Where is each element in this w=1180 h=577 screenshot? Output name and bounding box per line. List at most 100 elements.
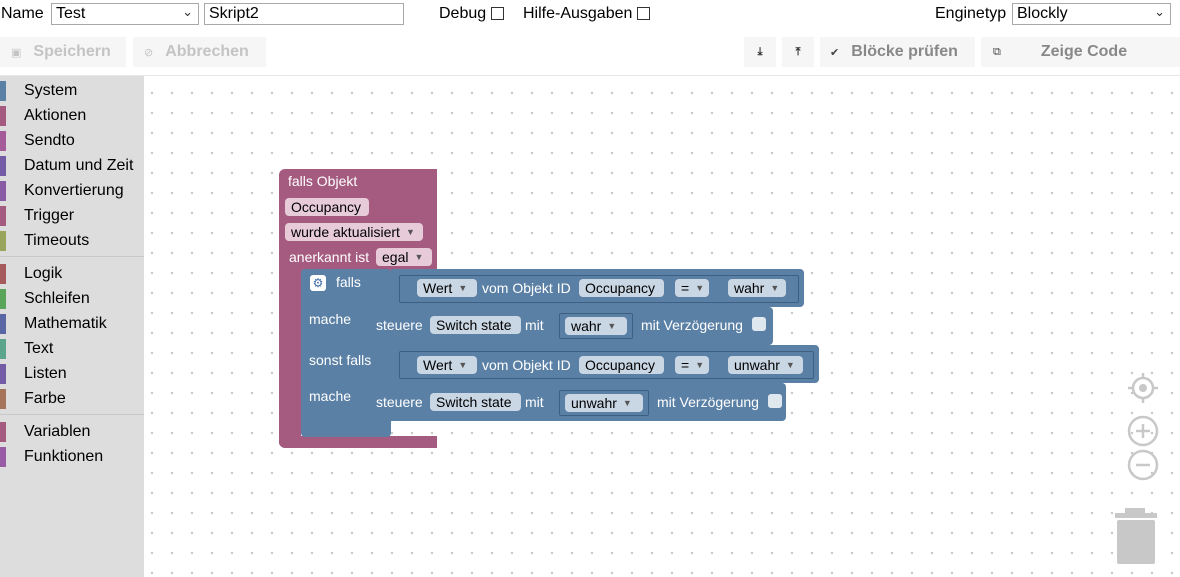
category-funktionen[interactable]: Funktionen xyxy=(0,444,144,468)
export-button[interactable]: ⤓ xyxy=(744,37,776,67)
category-trigger[interactable]: Trigger xyxy=(0,203,144,227)
import-button[interactable]: ⤒ xyxy=(782,37,814,67)
folder-select[interactable]: Test ⌄ xyxy=(51,3,199,25)
category-color-bar xyxy=(0,81,6,101)
control-label: steuere xyxy=(376,317,423,333)
category-label: Schleifen xyxy=(24,290,90,307)
target-value: Switch state xyxy=(436,317,512,333)
dropdown-arrow-icon: ▼ xyxy=(695,283,705,293)
category-color-bar xyxy=(0,339,6,359)
bool-dropdown[interactable]: wahr ▼ xyxy=(728,279,786,297)
dropdown-arrow-icon: ▼ xyxy=(414,252,424,262)
bool-value: wahr xyxy=(734,280,765,296)
category-color-bar xyxy=(0,131,6,151)
category-separator xyxy=(0,256,144,257)
category-sendto[interactable]: Sendto xyxy=(0,128,144,152)
dropdown-arrow-icon: ▼ xyxy=(458,360,468,370)
object-id-field[interactable]: Occupancy xyxy=(579,279,664,297)
bool-dropdown[interactable]: wahr ▼ xyxy=(565,317,627,335)
control-target-field[interactable]: Switch state xyxy=(430,316,521,334)
check-blocks-button[interactable]: ✔ Blöcke prüfen xyxy=(820,37,975,67)
name-label: Name xyxy=(1,5,44,22)
trigger-title: falls Objekt xyxy=(288,173,358,189)
dropdown-arrow-icon: ▼ xyxy=(607,321,617,331)
category-label: Konvertierung xyxy=(24,182,124,199)
category-logik[interactable]: Logik xyxy=(0,261,144,285)
category-label: Farbe xyxy=(24,390,66,407)
bool-dropdown[interactable]: unwahr ▼ xyxy=(565,394,643,412)
category-label: System xyxy=(24,82,78,99)
gear-icon[interactable]: ⚙ xyxy=(310,275,326,291)
trigger-block-spine xyxy=(279,256,301,444)
operator-dropdown[interactable]: = ▼ xyxy=(675,279,709,297)
category-timeouts[interactable]: Timeouts xyxy=(0,228,144,252)
object-id-field[interactable]: Occupancy xyxy=(579,356,664,374)
ack-label: anerkannt ist xyxy=(289,249,370,265)
ack-dropdown[interactable]: egal ▼ xyxy=(376,248,432,266)
block-category-sidebar: System Aktionen Sendto Datum und Zeit Ko… xyxy=(0,76,144,577)
recenter-icon[interactable] xyxy=(1127,372,1159,404)
operator-value: = xyxy=(681,357,690,373)
category-color-bar xyxy=(0,106,6,126)
debug-checkbox[interactable] xyxy=(491,7,504,20)
dropdown-arrow-icon: ▼ xyxy=(458,283,468,293)
category-datum-und-zeit[interactable]: Datum und Zeit xyxy=(0,153,144,177)
category-label: Funktionen xyxy=(24,448,104,465)
category-konvertierung[interactable]: Konvertierung xyxy=(0,178,144,202)
category-listen[interactable]: Listen xyxy=(0,361,144,385)
if-label: falls xyxy=(336,274,361,290)
with-label: mit xyxy=(525,394,544,410)
category-color-bar xyxy=(0,231,6,251)
category-color-bar xyxy=(0,447,6,467)
trash-icon[interactable] xyxy=(1113,506,1159,566)
trigger-object-field[interactable]: Occupancy xyxy=(285,198,369,216)
category-label: Datum und Zeit xyxy=(24,157,134,174)
help-output-checkbox[interactable] xyxy=(637,7,650,20)
attribute-value: Wert xyxy=(423,280,453,296)
download-icon: ⤓ xyxy=(757,45,763,58)
category-label: Aktionen xyxy=(24,107,87,124)
script-name-input[interactable]: Skript2 xyxy=(204,3,404,25)
object-id-label: vom Objekt ID xyxy=(482,280,571,296)
category-farbe[interactable]: Farbe xyxy=(0,386,144,410)
engine-type-select[interactable]: Blockly ⌄ xyxy=(1012,3,1171,25)
category-color-bar xyxy=(0,314,6,334)
control-target-field[interactable]: Switch state xyxy=(430,393,521,411)
save-icon: ▣ xyxy=(11,46,22,59)
show-code-button[interactable]: ⧉ Zeige Code xyxy=(981,37,1180,67)
category-system[interactable]: System xyxy=(0,78,144,102)
dropdown-arrow-icon: ▼ xyxy=(405,227,415,237)
attribute-dropdown[interactable]: Wert ▼ xyxy=(417,279,477,297)
category-label: Variablen xyxy=(24,423,91,440)
help-output-label: Hilfe-Ausgaben xyxy=(523,5,633,22)
zoom-in-icon[interactable] xyxy=(1127,415,1159,447)
dropdown-arrow-icon: ▼ xyxy=(785,360,795,370)
trigger-event-dropdown[interactable]: wurde aktualisiert ▼ xyxy=(285,223,423,241)
category-color-bar xyxy=(0,364,6,384)
category-mathematik[interactable]: Mathematik xyxy=(0,311,144,335)
attribute-dropdown[interactable]: Wert ▼ xyxy=(417,356,477,374)
category-separator xyxy=(0,414,144,415)
check-icon: ✔ xyxy=(830,46,840,59)
blockly-workspace[interactable]: falls Objekt Occupancy wurde aktualisier… xyxy=(144,76,1180,577)
category-text[interactable]: Text xyxy=(0,336,144,360)
delay-label: mit Verzögerung xyxy=(641,317,743,333)
category-label: Logik xyxy=(24,265,63,282)
cancel-button[interactable]: ⊘ Abbrechen xyxy=(133,37,266,67)
target-value: Switch state xyxy=(436,394,512,410)
category-schleifen[interactable]: Schleifen xyxy=(0,286,144,310)
delay-checkbox[interactable] xyxy=(768,394,782,408)
category-label: Text xyxy=(24,340,54,357)
category-variablen[interactable]: Variablen xyxy=(0,419,144,443)
show-code-label: Zeige Code xyxy=(1040,43,1128,60)
category-aktionen[interactable]: Aktionen xyxy=(0,103,144,127)
category-label: Timeouts xyxy=(24,232,90,249)
delay-checkbox[interactable] xyxy=(752,317,766,331)
category-label: Listen xyxy=(24,365,67,382)
save-button[interactable]: ▣ Speichern xyxy=(0,37,126,67)
engine-type-label: Enginetyp xyxy=(935,5,1007,22)
zoom-out-icon[interactable] xyxy=(1127,449,1159,481)
operator-dropdown[interactable]: = ▼ xyxy=(675,356,709,374)
bool-dropdown[interactable]: unwahr ▼ xyxy=(728,356,803,374)
object-id-value: Occupancy xyxy=(585,357,656,373)
